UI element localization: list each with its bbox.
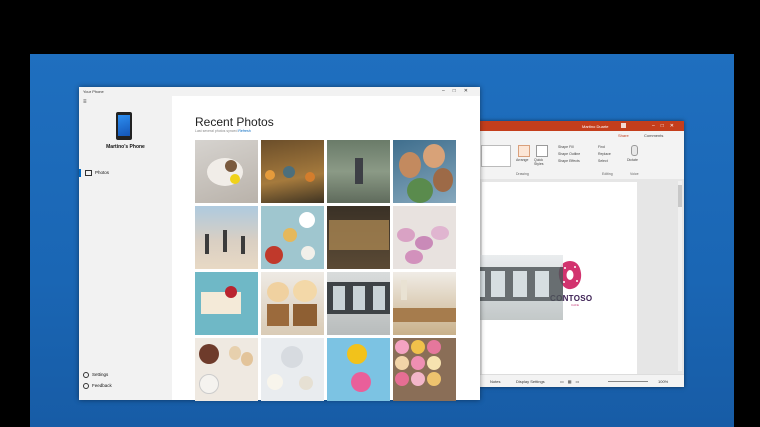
window-title: Your Phone (83, 89, 104, 94)
photo-thumbnail[interactable] (393, 140, 456, 203)
photos-icon (85, 170, 92, 176)
sidebar-item-photos[interactable]: Photos (79, 168, 172, 178)
selection-indicator (79, 169, 81, 177)
page-subtitle: Last several photos synced Refresh (195, 129, 251, 133)
dictate-label[interactable]: Dictate (627, 158, 638, 162)
scrollbar-thumb[interactable] (678, 185, 682, 207)
window-controls[interactable]: –□✕ (652, 123, 680, 129)
shapes-gallery[interactable] (481, 145, 511, 167)
photo-thumbnail[interactable] (327, 206, 390, 269)
photo-thumbnail[interactable] (195, 206, 258, 269)
photo-thumbnail[interactable] (195, 140, 258, 203)
share-button[interactable]: Share (618, 133, 629, 138)
window-pane (491, 271, 505, 297)
your-phone-titlebar[interactable]: Your Phone –□✕ (79, 87, 480, 96)
vertical-scrollbar[interactable] (678, 181, 682, 371)
feedback-icon (83, 383, 89, 389)
logo-subtext: CAFE (571, 303, 580, 307)
photo-thumbnail[interactable] (393, 272, 456, 335)
sidebar-item-label: Photos (95, 170, 110, 175)
photo-grid (195, 140, 456, 401)
ribbon-display-icon[interactable] (621, 123, 626, 128)
zoom-slider[interactable] (608, 381, 648, 382)
view-buttons[interactable]: ▭▦▭ (560, 379, 583, 384)
gear-icon (83, 372, 89, 378)
sidebar-item-label: Settings (92, 372, 109, 378)
group-editing-label: Editing (602, 172, 613, 176)
refresh-link[interactable]: Refresh (238, 129, 250, 133)
photos-pane: Recent Photos Last several photos synced… (172, 96, 480, 401)
ribbon-tabs: Share Comments (478, 131, 684, 139)
photo-thumbnail[interactable] (327, 140, 390, 203)
arrange-icon[interactable] (518, 145, 530, 157)
sidebar-item-feedback[interactable]: Feedback (83, 383, 112, 389)
comments-button[interactable]: Comments (644, 133, 663, 138)
photo-thumbnail[interactable] (393, 338, 456, 401)
shape-outline-button[interactable]: Shape Outline (558, 152, 580, 156)
window-pane (535, 271, 549, 297)
photo-thumbnail[interactable] (261, 206, 324, 269)
your-phone-window[interactable]: Your Phone –□✕ ≡ Martino's Phone Photos … (79, 87, 480, 401)
powerpoint-title: Martino Duarte (582, 124, 609, 129)
photo-thumbnail[interactable] (261, 338, 324, 401)
powerpoint-window[interactable]: Martino Duarte –□✕ Share Comments Arrang… (478, 121, 684, 387)
window-pane (513, 271, 527, 297)
phone-icon (116, 112, 132, 140)
arrange-label[interactable]: Arrange (516, 158, 528, 162)
group-voice-label: Voice (630, 172, 639, 176)
powerpoint-titlebar[interactable]: Martino Duarte –□✕ (478, 121, 684, 131)
photo-thumbnail[interactable] (261, 272, 324, 335)
find-button[interactable]: Find (598, 145, 605, 149)
group-drawing-label: Drawing (516, 172, 529, 176)
subtitle-text: Last several photos synced (195, 129, 238, 133)
quick-styles-icon[interactable] (536, 145, 548, 157)
photo-thumbnail[interactable] (327, 338, 390, 401)
photo-thumbnail[interactable] (261, 140, 324, 203)
display-settings-button[interactable]: Display Settings (516, 379, 545, 384)
phone-name: Martino's Phone (106, 144, 145, 150)
page-title: Recent Photos (195, 115, 274, 129)
shape-effects-button[interactable]: Shape Effects (558, 159, 580, 163)
replace-button[interactable]: Replace (598, 152, 611, 156)
ribbon: Arrange Quick Styles Shape Fill Shape Ou… (478, 139, 684, 180)
photo-thumbnail[interactable] (327, 272, 390, 335)
select-button[interactable]: Select (598, 159, 608, 163)
sidebar-item-label: Feedback (92, 383, 112, 389)
zoom-level[interactable]: 100% (658, 379, 668, 384)
notes-button[interactable]: Notes (490, 379, 500, 384)
photo-thumbnail[interactable] (195, 338, 258, 401)
photo-thumbnail[interactable] (393, 206, 456, 269)
shape-fill-button[interactable]: Shape Fill (558, 145, 574, 149)
sidebar: ≡ Martino's Phone Photos Settings Feedba… (79, 96, 172, 400)
photo-thumbnail[interactable] (195, 272, 258, 335)
hamburger-menu-icon[interactable]: ≡ (83, 99, 87, 105)
status-bar: Notes Display Settings ▭▦▭ 100% (478, 374, 684, 387)
microphone-icon[interactable] (631, 145, 638, 156)
sidebar-item-settings[interactable]: Settings (83, 372, 108, 378)
quick-styles-label[interactable]: Quick Styles (534, 158, 552, 166)
window-controls[interactable]: –□✕ (442, 88, 476, 94)
